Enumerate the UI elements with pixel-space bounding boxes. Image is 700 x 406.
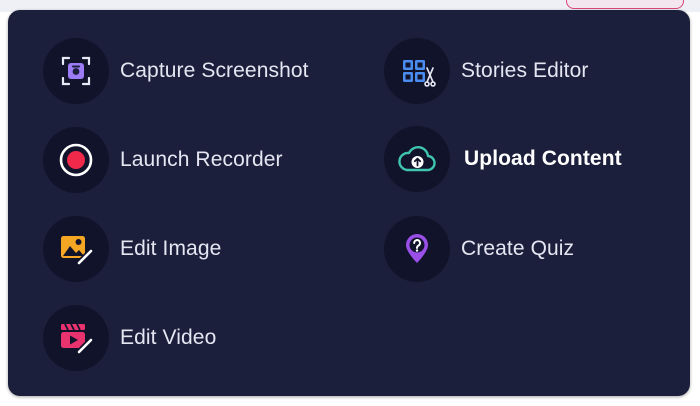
- quiz-icon: [384, 216, 450, 282]
- menu-item-label: Upload Content: [464, 147, 622, 170]
- menu-item-label: Capture Screenshot: [120, 59, 309, 82]
- top-button-edge: [566, 0, 684, 9]
- menu-item-label: Edit Image: [120, 237, 222, 260]
- create-menu-panel: Capture Screenshot Stories Editor Launch…: [8, 10, 690, 396]
- menu-item-launch-recorder[interactable]: Launch Recorder: [43, 127, 283, 193]
- menu-item-label: Launch Recorder: [120, 148, 283, 171]
- menu-item-label: Edit Video: [120, 326, 217, 349]
- menu-item-label: Stories Editor: [461, 59, 589, 82]
- cloud-upload-icon: [384, 126, 450, 192]
- menu-item-create-quiz[interactable]: Create Quiz: [384, 216, 574, 282]
- record-icon: [43, 127, 109, 193]
- image-edit-icon: [43, 216, 109, 282]
- video-edit-icon: [43, 305, 109, 371]
- screenshot-capture-icon: [43, 38, 109, 104]
- menu-item-upload-content[interactable]: Upload Content: [384, 126, 622, 192]
- page: Capture Screenshot Stories Editor Launch…: [0, 0, 700, 406]
- menu-item-label: Create Quiz: [461, 237, 575, 260]
- menu-item-stories-editor[interactable]: Stories Editor: [384, 38, 588, 104]
- menu-item-edit-video[interactable]: Edit Video: [43, 305, 216, 371]
- stories-editor-icon: [384, 38, 450, 104]
- menu-item-capture-screenshot[interactable]: Capture Screenshot: [43, 38, 309, 104]
- menu-item-edit-image[interactable]: Edit Image: [43, 216, 221, 282]
